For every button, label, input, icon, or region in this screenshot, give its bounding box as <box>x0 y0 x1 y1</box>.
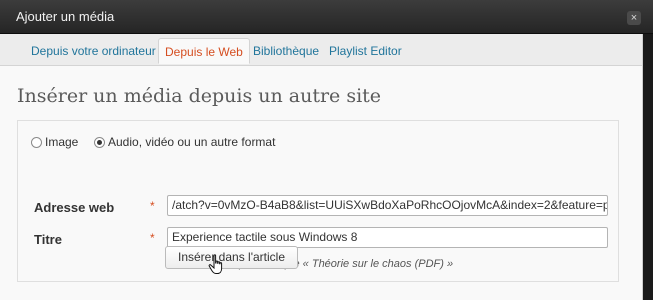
dialog-panel: Depuis votre ordinateur Depuis le Web Bi… <box>0 34 643 300</box>
radio-image-label: Image <box>45 135 79 149</box>
title-required-mark: * <box>150 231 155 245</box>
tab-from-web[interactable]: Depuis le Web <box>158 38 250 64</box>
title-input[interactable]: Experience tactile sous Windows 8 <box>167 227 608 248</box>
page-title: Insérer un média depuis un autre site <box>17 85 382 107</box>
media-dialog: Ajouter un média × Depuis votre ordinate… <box>0 0 653 300</box>
insert-media-form: Image Audio, vidéo ou un autre format Ad… <box>17 120 619 282</box>
radio-image[interactable] <box>31 136 42 148</box>
radio-audio-video-option[interactable]: Audio, vidéo ou un autre format <box>94 135 275 149</box>
insert-into-post-button[interactable]: Insérer dans l'article <box>165 246 299 269</box>
dialog-title: Ajouter un média <box>16 9 115 24</box>
title-field-label: Titre <box>34 232 62 247</box>
tab-from-computer[interactable]: Depuis votre ordinateur <box>31 44 156 58</box>
url-field-label: Adresse web <box>34 200 115 215</box>
close-icon[interactable]: × <box>627 11 641 25</box>
tab-library[interactable]: Bibliothèque <box>253 44 319 58</box>
tab-bar: Depuis votre ordinateur Depuis le Web Bi… <box>0 34 642 66</box>
radio-image-option[interactable]: Image <box>31 135 78 149</box>
radio-audio-video-label: Audio, vidéo ou un autre format <box>108 135 276 149</box>
radio-audio-video[interactable] <box>94 136 105 148</box>
tab-playlist-editor[interactable]: Playlist Editor <box>329 44 402 58</box>
url-input[interactable]: /atch?v=0vMzO-B4aB8&list=UUiSXwBdoXaPoRh… <box>167 195 608 216</box>
url-required-mark: * <box>150 199 155 213</box>
dialog-titlebar: Ajouter un média × <box>0 0 653 34</box>
hand-pointer-icon <box>208 254 223 274</box>
